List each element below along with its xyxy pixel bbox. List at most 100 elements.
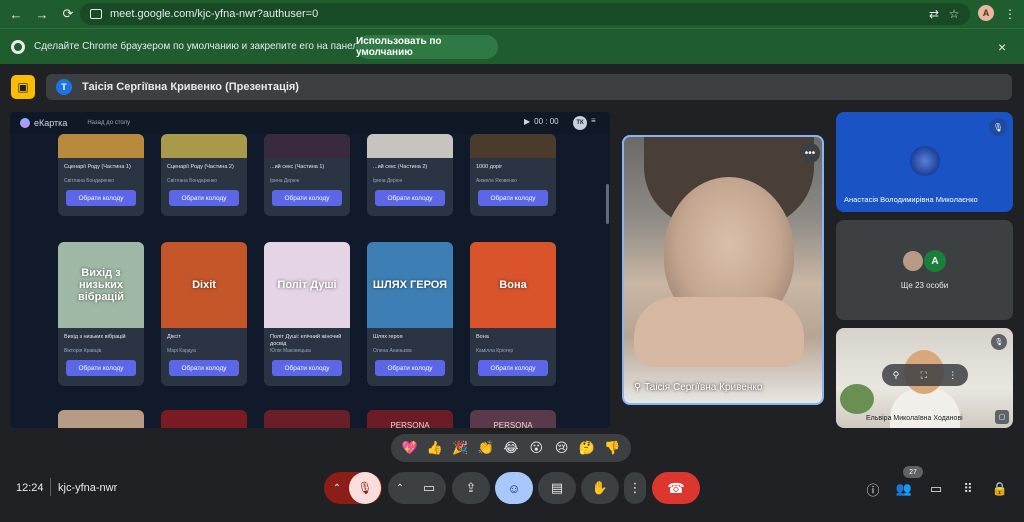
others-tile[interactable]: A Ще 23 особи <box>836 220 1013 320</box>
deck-cover-text: Dixit <box>192 279 216 291</box>
deck-title: Сценарії Роду (Частина 2) <box>167 164 234 170</box>
deck-author: Олена Ананьєва <box>373 348 412 354</box>
translate-icon[interactable]: ⇄ <box>924 4 944 24</box>
set-default-button[interactable]: Использовать по умолчанию <box>356 35 498 59</box>
main-speaker-name: ⚲ Таісія Сергіївна Кривенко <box>634 382 763 393</box>
deck-card: 1000 доріг Анжела Яковенко Обрати колоду <box>470 134 556 216</box>
main-speaker-tile[interactable]: ••• ⚲ Таісія Сергіївна Кривенко <box>622 135 824 405</box>
info-icon[interactable]: ⓘ <box>862 478 884 500</box>
leave-call-button[interactable]: ☎ <box>652 472 700 504</box>
deck-title: ...ий секс (Частина 1) <box>270 164 325 170</box>
presenter-avatar: T <box>56 79 72 95</box>
scrollbar-thumb <box>606 184 609 224</box>
frame-icon[interactable]: ⛶ <box>921 370 927 381</box>
reaction-emoji-button[interactable]: 👍 <box>424 440 446 456</box>
muted-mic-icon: 🎙 <box>991 334 1007 350</box>
more-options-button[interactable]: ⋮ <box>624 472 646 504</box>
meet-stage: ▣ T Таісія Сергіївна Кривенко (Презентац… <box>0 64 1024 522</box>
deck-card: ...ий секс (Частина 2) Ірина Дерюн Обрати … <box>367 134 453 216</box>
deck-card-partial <box>58 410 144 428</box>
reload-icon[interactable]: ⟳ <box>58 4 78 24</box>
deck-cover-text: Політ Душі <box>277 279 337 291</box>
default-browser-infobar: Сделайте Chrome браузером по умолчанию и… <box>0 28 1024 64</box>
bookmark-star-icon[interactable]: ☆ <box>944 4 964 24</box>
deck-card: Вона Вона Камілла Кріогер Обрати колоду <box>470 242 556 386</box>
deck-card-partial <box>161 410 247 428</box>
deck-card: Сценарії Роду (Частина 2) Світлана Бондар… <box>161 134 247 216</box>
infobar-close-icon[interactable]: × <box>998 39 1006 55</box>
choose-deck-button: Обрати колоду <box>66 190 136 206</box>
reaction-emoji-button[interactable]: 😂 <box>500 440 522 456</box>
deck-author: Анжела Яковенко <box>476 178 517 184</box>
deck-card-partial <box>264 410 350 428</box>
chrome-logo-icon <box>11 40 25 54</box>
deck-card: Вихід з низьких вібрацій Вихід з низьких … <box>58 242 144 386</box>
activities-icon[interactable]: ⠿ <box>957 478 979 500</box>
user-initials-badge: ТК <box>573 116 587 130</box>
chevron-up-icon[interactable]: ⌃ <box>388 472 412 504</box>
choose-deck-button: Обрати колоду <box>375 360 445 376</box>
presentation-icon[interactable]: ▣ <box>11 75 35 99</box>
choose-deck-button: Обрати колоду <box>169 190 239 206</box>
pin-icon[interactable]: ⚲ <box>893 370 900 381</box>
participant-tile-anastasia[interactable]: 🎙 Анастасія Володимирівна Миколаєнко <box>836 112 1013 212</box>
deck-cover-image <box>161 134 247 158</box>
participant-tile-elvira[interactable]: ⚲ ⛶ ⋮ 🎙 ▢ Ельвіра Миколаївна Ходанові <box>836 328 1013 428</box>
infobar-message: Сделайте Chrome браузером по умолчанию и… <box>34 41 396 52</box>
more-options-icon[interactable]: ••• <box>800 143 820 163</box>
choose-deck-button: Обрати колоду <box>375 190 445 206</box>
deck-cover-image: Вона <box>470 242 556 328</box>
deck-author: Марі Кардуа <box>167 348 196 354</box>
forward-arrow-icon[interactable]: → <box>32 4 52 24</box>
people-count-badge: 27 <box>903 466 923 478</box>
deck-author: Камілла Кріогер <box>476 348 514 354</box>
reaction-emoji-button[interactable]: 😮 <box>525 440 547 456</box>
timer-icon: ▶ <box>524 117 531 126</box>
deck-title: Політ Душі: епічний жіночий досвід <box>270 334 342 347</box>
deck-title: Діксіт <box>167 334 181 340</box>
chevron-up-icon[interactable]: ⌃ <box>325 472 349 504</box>
reaction-emoji-button[interactable]: 😢 <box>551 440 573 456</box>
deck-card: Dixit Діксіт Марі Кардуа Обрати колоду <box>161 242 247 386</box>
deck-title: Сценарії Роду (Частина 1) <box>64 164 131 170</box>
meeting-code: kjc-yfna-nwr <box>58 482 118 494</box>
reaction-emoji-button[interactable]: 🤔 <box>576 440 598 456</box>
url-text: meet.google.com/kjc-yfna-nwr?authuser=0 <box>110 8 319 20</box>
people-icon[interactable]: 👥 <box>893 478 915 500</box>
profile-avatar[interactable]: A <box>978 5 994 21</box>
captions-button[interactable]: ▤ <box>538 472 576 504</box>
emoji-reactions-button[interactable]: ☺ <box>495 472 533 504</box>
more-vert-icon[interactable]: ⋮ <box>948 370 957 381</box>
reaction-emoji-button[interactable]: 👎 <box>601 440 623 456</box>
deck-author: Світлана Бондаренко <box>167 178 218 184</box>
deck-author: Світлана Бондаренко <box>64 178 115 184</box>
present-screen-button[interactable]: ⇪ <box>452 472 490 504</box>
chat-icon[interactable]: ▭ <box>925 478 947 500</box>
camera-button[interactable]: ▭ <box>412 472 446 504</box>
deck-cover-text: Вона <box>499 279 527 291</box>
muted-mic-icon: 🎙 <box>989 118 1007 136</box>
others-avatar-photo <box>902 250 924 272</box>
reaction-emoji-button[interactable]: 👏 <box>475 440 497 456</box>
reaction-emoji-button[interactable]: 💖 <box>399 440 421 456</box>
site-info-icon[interactable] <box>90 9 102 19</box>
deck-author: Ірина Дерюн <box>373 178 403 184</box>
choose-deck-button: Обрати колоду <box>272 190 342 206</box>
frame-corner-icon: ▢ <box>995 410 1009 424</box>
host-controls-icon[interactable]: 🔒 <box>989 478 1011 500</box>
deck-cover-image: Політ Душі <box>264 242 350 328</box>
choose-deck-button: Обрати колоду <box>478 190 548 206</box>
deck-cover-image <box>470 134 556 158</box>
deck-title: Вихід з низьких вібрацій <box>64 334 126 340</box>
back-to-table-link: Назад до столу <box>87 120 131 126</box>
mic-off-button[interactable]: 🎙 <box>349 472 381 504</box>
reaction-emoji-button[interactable]: 🎉 <box>449 440 471 456</box>
shared-app-header: еКартка Назад до столу ▶ 00 : 00 ТК ≡ <box>10 112 610 134</box>
presenter-banner: T Таісія Сергіївна Кривенко (Презентація… <box>46 74 1012 100</box>
address-bar[interactable]: meet.google.com/kjc-yfna-nwr?authuser=0 <box>80 3 970 25</box>
meeting-clock: 12:24 <box>16 482 44 494</box>
raise-hand-button[interactable]: ✋ <box>581 472 619 504</box>
browser-menu-icon[interactable]: ⋮ <box>1000 4 1020 24</box>
back-arrow-icon[interactable]: ← <box>6 4 26 24</box>
deck-title: 1000 доріг <box>476 164 503 170</box>
